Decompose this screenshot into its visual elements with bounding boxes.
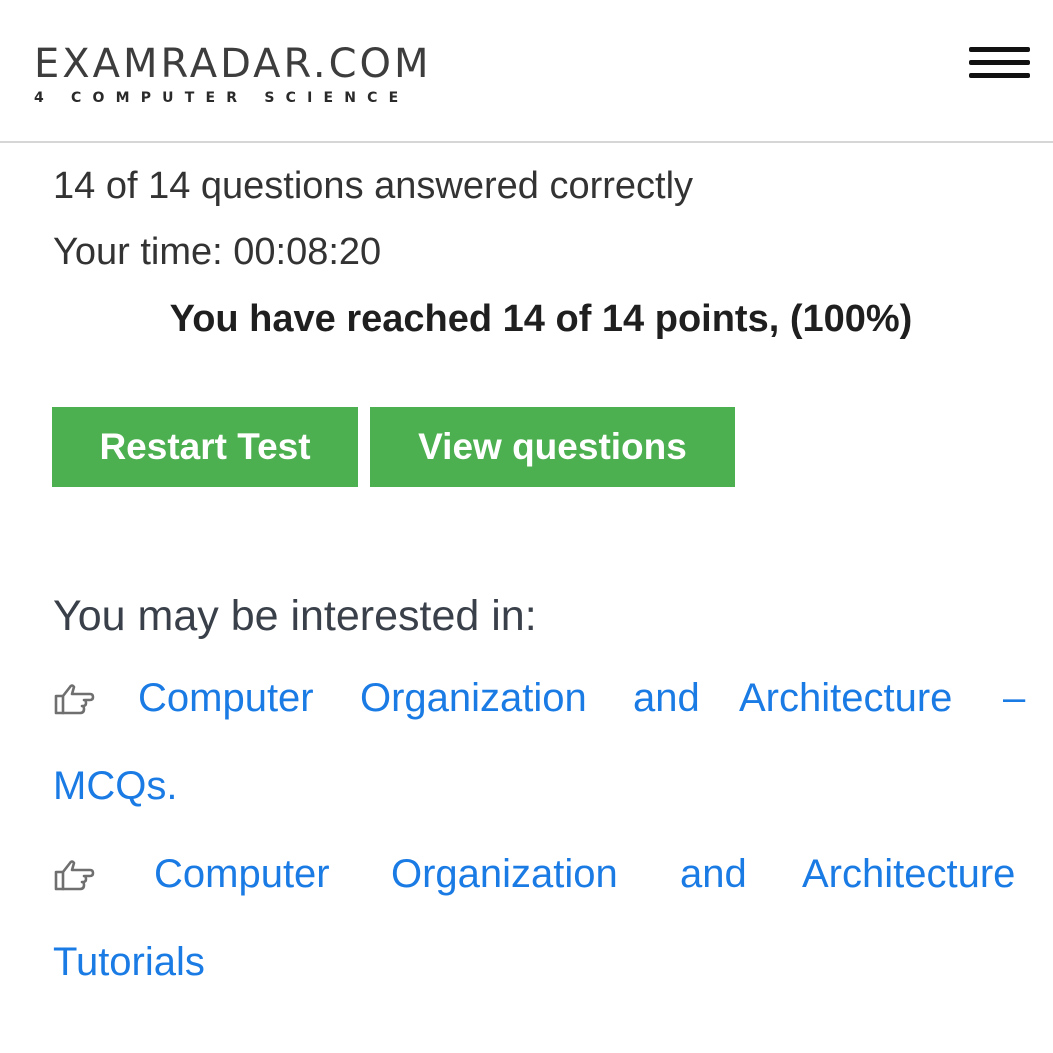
menu-bar bbox=[969, 60, 1030, 65]
points-summary: You have reached 14 of 14 points, (100%) bbox=[169, 298, 913, 340]
site-header: EXAMRADAR.COM 4 COMPUTER SCIENCE bbox=[0, 0, 1053, 143]
pointing-hand-icon bbox=[54, 684, 95, 715]
related-link-2[interactable]: Computer Organization and Architecture bbox=[53, 852, 1028, 896]
related-link-1[interactable]: Computer Organization and Architecture – bbox=[53, 676, 1028, 720]
logo-title: EXAMRADAR.COM bbox=[34, 41, 432, 87]
menu-bar bbox=[969, 47, 1030, 52]
logo-tagline: 4 COMPUTER SCIENCE bbox=[34, 90, 410, 106]
link-word[interactable]: Computer bbox=[154, 852, 330, 896]
site-logo[interactable]: EXAMRADAR.COM 4 COMPUTER SCIENCE bbox=[34, 42, 432, 106]
link-word[interactable]: Computer bbox=[138, 676, 314, 720]
link-word[interactable]: Architecture bbox=[739, 676, 952, 720]
related-link-2-continuation[interactable]: Tutorials bbox=[53, 940, 205, 984]
menu-bar bbox=[969, 73, 1030, 78]
link-word[interactable]: and bbox=[680, 852, 747, 896]
link-word[interactable]: Organization bbox=[391, 852, 618, 896]
link-word[interactable]: Architecture bbox=[802, 852, 1015, 896]
time-taken: Your time: 00:08:20 bbox=[53, 231, 382, 273]
view-questions-button[interactable]: View questions bbox=[370, 407, 735, 487]
link-word[interactable]: and bbox=[633, 676, 700, 720]
answered-count: 14 of 14 questions answered correctly bbox=[53, 165, 694, 207]
related-heading: You may be interested in: bbox=[53, 592, 537, 640]
link-word[interactable]: – bbox=[1003, 676, 1025, 720]
related-link-1-continuation[interactable]: MCQs. bbox=[53, 764, 177, 808]
link-word[interactable]: Organization bbox=[360, 676, 587, 720]
pointing-hand-icon bbox=[54, 860, 95, 891]
hamburger-menu-icon[interactable] bbox=[966, 44, 1030, 84]
restart-test-button[interactable]: Restart Test bbox=[52, 407, 358, 487]
